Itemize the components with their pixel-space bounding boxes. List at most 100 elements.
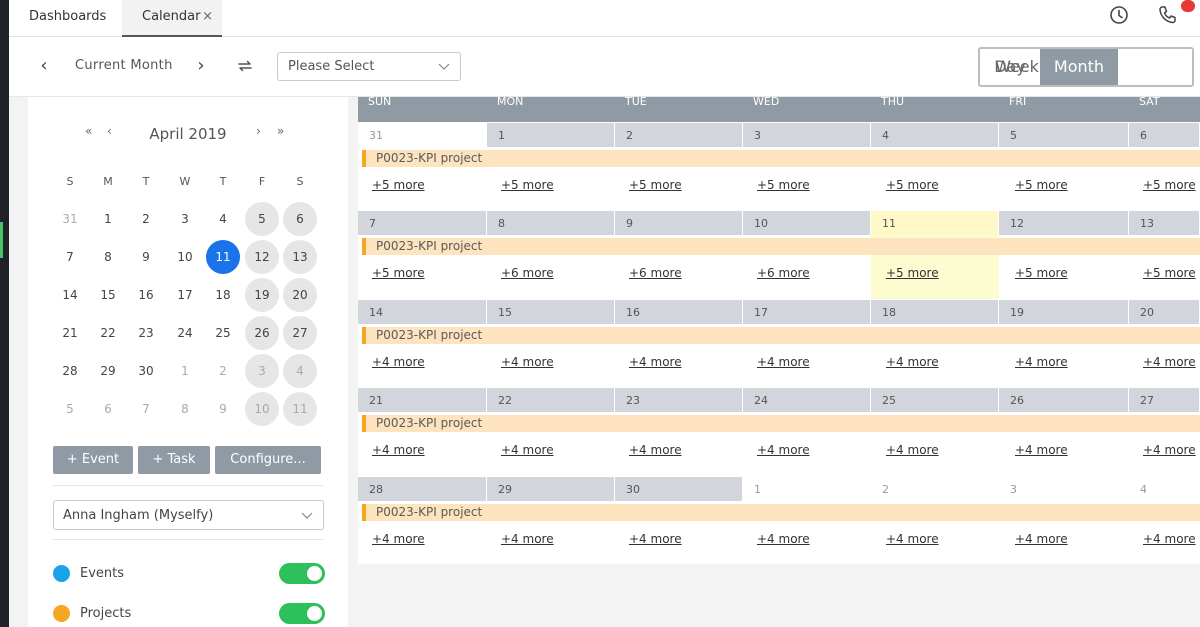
- day-number[interactable]: 21: [358, 388, 487, 412]
- user-select[interactable]: Anna Ingham (Myselfy): [53, 500, 324, 530]
- more-events-link[interactable]: +5 more: [1015, 266, 1068, 280]
- mini-cal-day[interactable]: 1: [168, 354, 202, 388]
- mini-cal-day[interactable]: 9: [129, 240, 163, 274]
- day-number[interactable]: 22: [487, 388, 615, 412]
- more-events-link[interactable]: +4 more: [886, 355, 939, 369]
- mini-cal-day[interactable]: 30: [129, 354, 163, 388]
- mini-cal-last-button[interactable]: »: [277, 124, 284, 138]
- mini-cal-day[interactable]: 24: [168, 316, 202, 350]
- mini-cal-day[interactable]: 6: [283, 202, 317, 236]
- mini-cal-day[interactable]: 13: [283, 240, 317, 274]
- mini-cal-day[interactable]: 23: [129, 316, 163, 350]
- day-number[interactable]: 6: [1129, 123, 1200, 147]
- more-events-link[interactable]: +6 more: [629, 266, 682, 280]
- day-number[interactable]: 28: [358, 477, 487, 501]
- more-events-link[interactable]: +4 more: [1143, 355, 1196, 369]
- more-events-link[interactable]: +4 more: [1015, 443, 1068, 457]
- more-events-link[interactable]: +4 more: [1143, 532, 1196, 546]
- more-events-link[interactable]: +6 more: [501, 266, 554, 280]
- mini-cal-day[interactable]: 11: [283, 392, 317, 426]
- day-number[interactable]: 25: [871, 388, 999, 412]
- day-number[interactable]: 17: [743, 300, 871, 324]
- day-number[interactable]: 5: [999, 123, 1129, 147]
- more-events-link[interactable]: +4 more: [1143, 443, 1196, 457]
- more-events-link[interactable]: +4 more: [629, 443, 682, 457]
- day-number[interactable]: 1: [743, 477, 871, 501]
- add-event-button[interactable]: + Event: [53, 446, 133, 474]
- more-events-link[interactable]: +4 more: [757, 532, 810, 546]
- mini-cal-day[interactable]: 4: [206, 202, 240, 236]
- day-number[interactable]: 18: [871, 300, 999, 324]
- next-period-button[interactable]: ›: [191, 55, 211, 79]
- more-events-link[interactable]: +6 more: [757, 266, 810, 280]
- mini-cal-day[interactable]: 5: [245, 202, 279, 236]
- day-number[interactable]: 9: [615, 211, 743, 235]
- day-number[interactable]: 23: [615, 388, 743, 412]
- mini-cal-day[interactable]: 6: [91, 392, 125, 426]
- mini-cal-day[interactable]: 9: [206, 392, 240, 426]
- day-number[interactable]: 4: [871, 123, 999, 147]
- tab-calendar[interactable]: Calendar ×: [122, 0, 222, 37]
- more-events-link[interactable]: +4 more: [501, 443, 554, 457]
- current-month-button[interactable]: Current Month: [75, 58, 173, 73]
- day-number[interactable]: 24: [743, 388, 871, 412]
- day-number[interactable]: 15: [487, 300, 615, 324]
- more-events-link[interactable]: +4 more: [372, 355, 425, 369]
- day-number[interactable]: 31: [358, 123, 487, 147]
- mini-cal-day[interactable]: 22: [91, 316, 125, 350]
- add-task-button[interactable]: + Task: [138, 446, 210, 474]
- project-event-bar[interactable]: P0023-KPI project: [362, 504, 1200, 521]
- day-number[interactable]: 7: [358, 211, 487, 235]
- day-number[interactable]: 27: [1129, 388, 1200, 412]
- mini-cal-day[interactable]: 19: [245, 278, 279, 312]
- mini-cal-day[interactable]: 14: [53, 278, 87, 312]
- more-events-link[interactable]: +4 more: [501, 355, 554, 369]
- mini-cal-day[interactable]: 8: [168, 392, 202, 426]
- tab-dashboards[interactable]: Dashboards: [29, 0, 106, 37]
- more-events-link[interactable]: +5 more: [372, 266, 425, 280]
- day-number[interactable]: 29: [487, 477, 615, 501]
- more-events-link[interactable]: +4 more: [1015, 355, 1068, 369]
- mini-cal-day[interactable]: 5: [53, 392, 87, 426]
- day-number[interactable]: 2: [615, 123, 743, 147]
- more-events-link[interactable]: +5 more: [501, 178, 554, 192]
- mini-cal-day[interactable]: 26: [245, 316, 279, 350]
- clock-icon[interactable]: [1108, 4, 1130, 26]
- more-events-link[interactable]: +4 more: [757, 443, 810, 457]
- more-events-link[interactable]: +4 more: [629, 355, 682, 369]
- mini-cal-day[interactable]: 7: [129, 392, 163, 426]
- project-event-bar[interactable]: P0023-KPI project: [362, 415, 1200, 432]
- mini-cal-day[interactable]: 3: [245, 354, 279, 388]
- day-number[interactable]: 30: [615, 477, 743, 501]
- more-events-link[interactable]: +4 more: [886, 443, 939, 457]
- project-event-bar[interactable]: P0023-KPI project: [362, 327, 1200, 344]
- day-number[interactable]: 12: [999, 211, 1129, 235]
- day-number[interactable]: 3: [999, 477, 1129, 501]
- more-events-link[interactable]: +5 more: [1015, 178, 1068, 192]
- more-events-link[interactable]: +4 more: [629, 532, 682, 546]
- more-events-link[interactable]: +4 more: [757, 355, 810, 369]
- more-events-link[interactable]: +4 more: [501, 532, 554, 546]
- more-events-link[interactable]: +5 more: [886, 266, 939, 280]
- mini-cal-day[interactable]: 4: [283, 354, 317, 388]
- day-number[interactable]: 10: [743, 211, 871, 235]
- phone-icon[interactable]: [1156, 4, 1178, 26]
- more-events-link[interactable]: +5 more: [757, 178, 810, 192]
- mini-cal-day[interactable]: 3: [168, 202, 202, 236]
- day-number[interactable]: 26: [999, 388, 1129, 412]
- mini-cal-day[interactable]: 29: [91, 354, 125, 388]
- more-events-link[interactable]: +4 more: [372, 532, 425, 546]
- mini-cal-today[interactable]: 11: [206, 240, 240, 274]
- day-number[interactable]: 13: [1129, 211, 1200, 235]
- day-number[interactable]: 8: [487, 211, 615, 235]
- day-number[interactable]: 4: [1129, 477, 1200, 501]
- more-events-link[interactable]: +5 more: [1143, 178, 1196, 192]
- mini-cal-day[interactable]: 28: [53, 354, 87, 388]
- mini-cal-day[interactable]: 25: [206, 316, 240, 350]
- mini-cal-day[interactable]: 7: [53, 240, 87, 274]
- project-event-bar[interactable]: P0023-KPI project: [362, 238, 1200, 255]
- day-number[interactable]: 11: [871, 211, 999, 235]
- mini-cal-day[interactable]: 31: [53, 202, 87, 236]
- more-events-link[interactable]: +4 more: [1015, 532, 1068, 546]
- more-events-link[interactable]: +4 more: [372, 443, 425, 457]
